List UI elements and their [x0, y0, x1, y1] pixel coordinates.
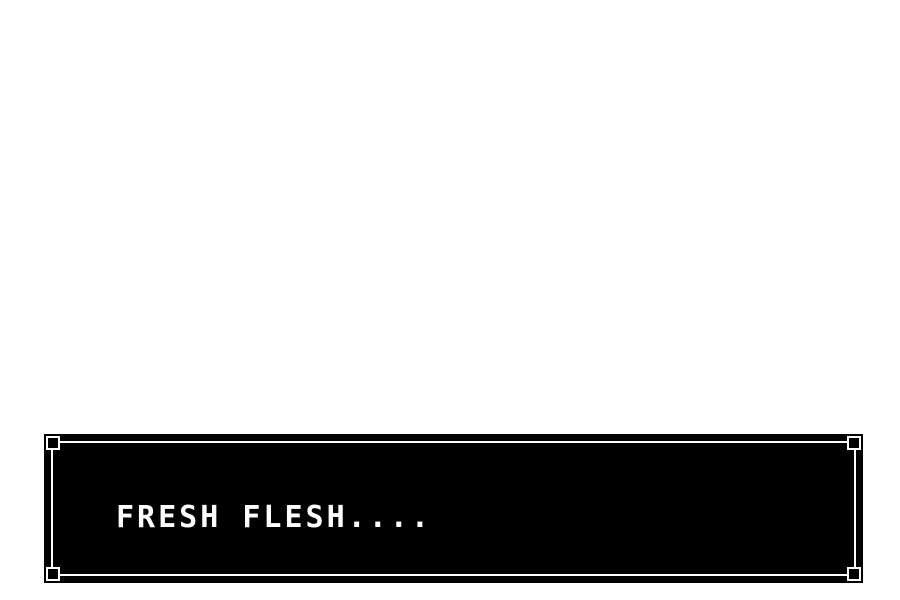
game-screen: FRESH FLESH....: [0, 0, 900, 600]
corner-ornament-bottom-right: [847, 567, 861, 581]
dialogue-box[interactable]: FRESH FLESH....: [44, 434, 863, 583]
corner-ornament-top-right: [847, 436, 861, 450]
corner-ornament-top-left: [46, 436, 60, 450]
corner-ornament-bottom-left: [46, 567, 60, 581]
dialogue-text: FRESH FLESH....: [116, 500, 432, 535]
